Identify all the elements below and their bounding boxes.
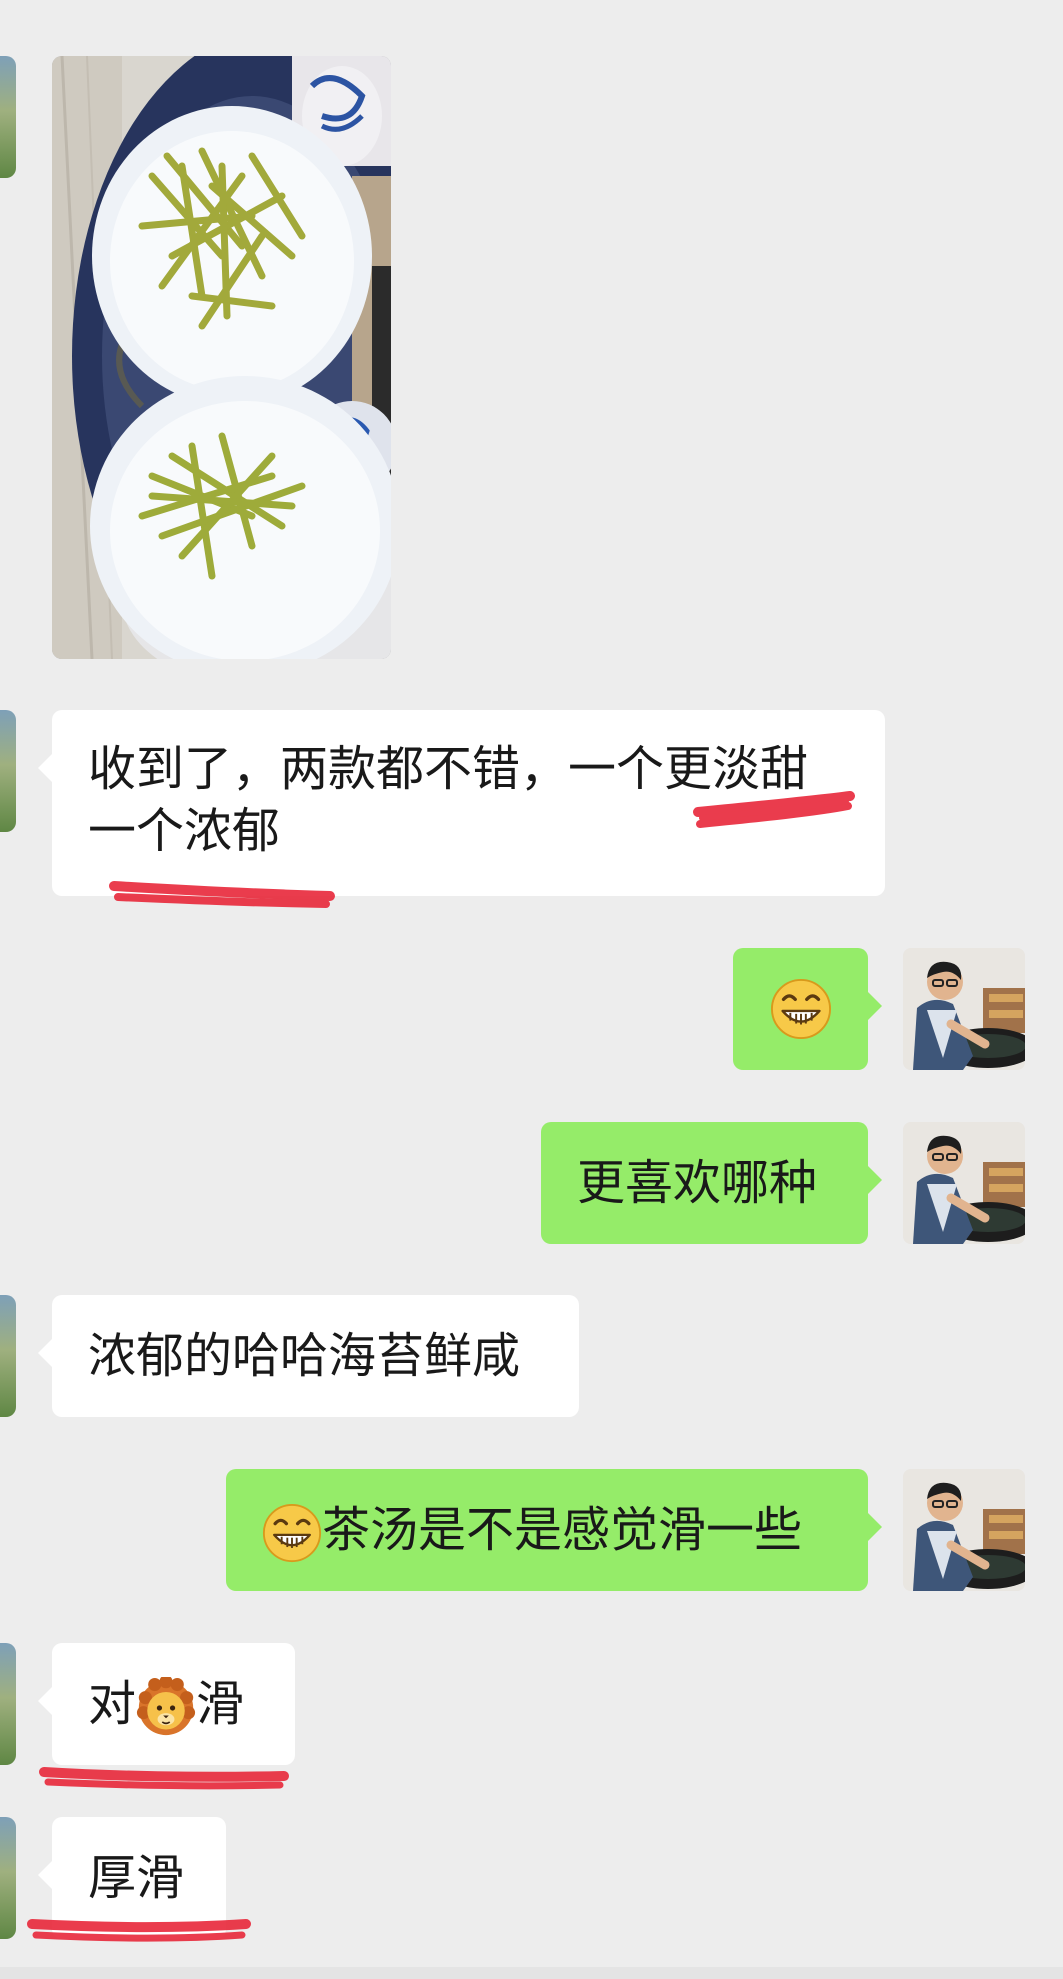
chat-bottom-edge [0,1967,1063,1979]
avatar-photo [903,1122,1025,1244]
incoming-message-bubble[interactable]: 浓郁的哈哈海苔鲜咸 [38,1295,579,1417]
message-text: 对 [88,1676,137,1732]
outgoing-message-bubble[interactable]: 更喜欢哪种 [541,1122,882,1244]
lion-face-icon [136,1677,196,1737]
avatar-photo [903,948,1025,1070]
tea-bowls-photo [52,56,391,659]
incoming-message-bubble[interactable]: 厚滑 [38,1817,226,1939]
contact-avatar[interactable] [0,1643,16,1765]
chat-image-message[interactable] [52,56,391,659]
contact-avatar[interactable] [0,710,16,832]
message-text-line: 收到了，两款都不错，一个更淡甜 [88,741,809,797]
message-text-with-emoji: 对 滑 [88,1673,295,1737]
outgoing-message-bubble[interactable]: 茶汤是不是感觉滑一些 [226,1469,882,1591]
incoming-message-bubble[interactable]: 收到了，两款都不错，一个更淡甜 一个浓郁 [38,710,885,896]
incoming-message-bubble[interactable]: 对 滑 [38,1643,295,1765]
message-text: 厚滑 [88,1850,185,1906]
grinning-face-icon [262,1503,322,1563]
message-text-with-emoji: 茶汤是不是感觉滑一些 [262,1499,868,1563]
outgoing-message-bubble[interactable] [733,948,882,1070]
my-avatar[interactable] [903,948,1025,1070]
contact-avatar[interactable] [0,1817,16,1939]
grinning-face-icon [770,978,832,1040]
my-avatar[interactable] [903,1469,1025,1591]
contact-avatar[interactable] [0,56,16,178]
avatar-photo [903,1469,1025,1591]
message-text: 滑 [196,1676,245,1732]
my-avatar[interactable] [903,1122,1025,1244]
message-text: 更喜欢哪种 [577,1155,818,1211]
contact-avatar[interactable] [0,1295,16,1417]
message-text: 浓郁的哈哈海苔鲜咸 [88,1328,521,1384]
message-text-line: 一个浓郁 [88,803,281,859]
message-text: 茶汤是不是感觉滑一些 [322,1502,803,1558]
